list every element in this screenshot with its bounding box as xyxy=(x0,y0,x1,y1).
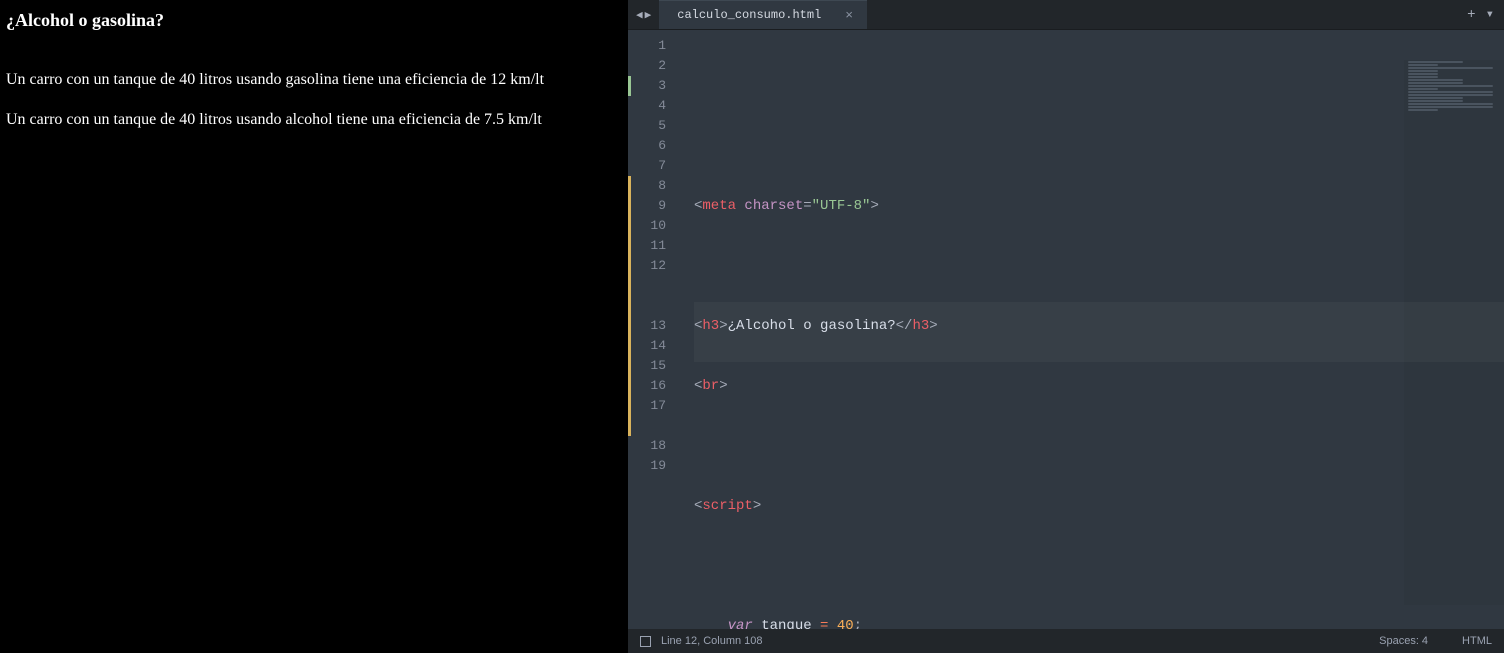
line-number: 10 xyxy=(628,216,666,236)
status-cursor-position[interactable]: Line 12, Column 108 xyxy=(661,635,763,647)
line-number: 14 xyxy=(628,336,666,356)
line-number xyxy=(628,296,666,316)
preview-heading: ¿Alcohol o gasolina? xyxy=(6,10,622,31)
tab-bar: ◀ ▶ calculo_consumo.html × + ▾ xyxy=(628,0,1504,30)
line-number: 17 xyxy=(628,396,666,416)
line-number: 13 xyxy=(628,316,666,336)
new-tab-icon[interactable]: + xyxy=(1467,7,1475,23)
gutter-marker-modified xyxy=(628,176,631,436)
line-number: 4 xyxy=(628,96,666,116)
line-number: 5 xyxy=(628,116,666,136)
line-number: 9 xyxy=(628,196,666,216)
line-number: 12 xyxy=(628,256,666,276)
line-number: 8 xyxy=(628,176,666,196)
preview-line-alcohol: Un carro con un tanque de 40 litros usan… xyxy=(6,111,622,129)
nav-back-icon[interactable]: ◀ xyxy=(636,8,643,22)
line-number: 16 xyxy=(628,376,666,396)
line-number: 3 xyxy=(628,76,666,96)
status-syntax[interactable]: HTML xyxy=(1462,635,1492,647)
line-number: 11 xyxy=(628,236,666,256)
line-number xyxy=(628,416,666,436)
code-area[interactable]: 1 2 3 4 5 6 7 8 9 10 11 12 13 14 15 16 1… xyxy=(628,30,1504,629)
browser-preview-pane: ¿Alcohol o gasolina? Un carro con un tan… xyxy=(0,0,628,653)
tab-bar-actions: + ▾ xyxy=(1467,0,1504,29)
panel-toggle-icon[interactable] xyxy=(640,636,651,647)
line-number xyxy=(628,276,666,296)
line-number: 1 xyxy=(628,36,666,56)
code-text[interactable]: <meta charset="UTF-8"> <h3>¿Alcohol o ga… xyxy=(674,30,1504,629)
tab-filename: calculo_consumo.html xyxy=(677,8,821,22)
line-number: 18 xyxy=(628,436,666,456)
line-number: 6 xyxy=(628,136,666,156)
status-bar: Line 12, Column 108 Spaces: 4 HTML xyxy=(628,629,1504,653)
tab-menu-icon[interactable]: ▾ xyxy=(1486,6,1494,23)
app-root: ¿Alcohol o gasolina? Un carro con un tan… xyxy=(0,0,1504,653)
code-editor-pane: ◀ ▶ calculo_consumo.html × + ▾ 1 2 3 4 5 xyxy=(628,0,1504,653)
status-indent[interactable]: Spaces: 4 xyxy=(1379,635,1428,647)
line-number: 15 xyxy=(628,356,666,376)
nav-forward-icon[interactable]: ▶ xyxy=(645,8,652,22)
tab-active[interactable]: calculo_consumo.html × xyxy=(659,0,867,29)
tab-history-nav: ◀ ▶ xyxy=(628,0,659,29)
line-number-gutter: 1 2 3 4 5 6 7 8 9 10 11 12 13 14 15 16 1… xyxy=(628,30,674,629)
preview-line-gasolina: Un carro con un tanque de 40 litros usan… xyxy=(6,71,622,89)
gutter-marker-added xyxy=(628,76,631,96)
line-number: 2 xyxy=(628,56,666,76)
line-number: 7 xyxy=(628,156,666,176)
close-icon[interactable]: × xyxy=(845,8,853,23)
line-number: 19 xyxy=(628,456,666,476)
